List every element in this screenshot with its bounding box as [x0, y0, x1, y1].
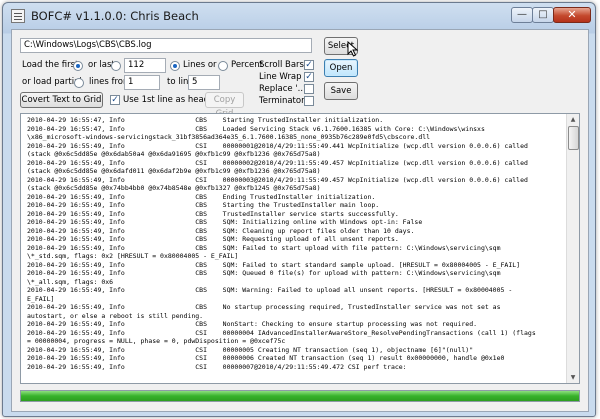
mouse-cursor-icon: [347, 41, 359, 57]
log-line: \x86_microsoft-windows-servicingstack_31…: [27, 133, 431, 141]
log-line: (stack @0x6c5dd85e @0x6dab50a4 @0x6da916…: [27, 150, 321, 158]
title-bar[interactable]: BOFC# v1.1.0.0: Chris Beach — □ ✕: [3, 3, 595, 29]
terminator-label: Terminator: [259, 96, 305, 106]
log-line: 2010-04-29 16:55:49, Info CBS Starting t…: [27, 201, 380, 209]
log-line: 2010-04-29 16:55:49, Info CSI 00000003@2…: [27, 175, 528, 184]
copy-grid-button[interactable]: Copy Grid: [205, 92, 244, 119]
load-first-radio[interactable]: [73, 61, 83, 71]
log-line: 2010-04-29 16:55:49, Info CBS SQM: Reque…: [27, 235, 399, 243]
scroll-down-icon[interactable]: ▼: [568, 372, 578, 383]
log-line: 2010-04-29 16:55:49, Info CBS SQM: Clean…: [27, 226, 415, 235]
save-button[interactable]: Save: [324, 82, 358, 100]
lines-label: Lines or: [183, 60, 217, 70]
log-line: (stack @0x6c5dd85e @0x74bb4bb0 @0x74b854…: [27, 184, 321, 192]
log-line: 2010-04-29 16:55:49, Info CBS SQM: Queue…: [27, 269, 501, 277]
log-line: 2010-04-29 16:55:49, Info CBS NonStart: …: [27, 320, 478, 328]
log-line: 2010-04-29 16:55:49, Info CSI 00000001@2…: [27, 141, 528, 150]
log-line: 2010-04-29 16:55:49, Info CSI 00000006 C…: [27, 354, 505, 362]
log-line: 2010-04-29 16:55:47, Info CBS Starting T…: [27, 116, 384, 124]
log-lines: 2010-04-29 16:55:47, Info CBS Starting T…: [27, 116, 565, 371]
lines-radio[interactable]: [170, 61, 180, 71]
log-line: (stack @0x6c5dd85e @0x6dafd011 @0x6daf2b…: [27, 167, 321, 175]
minimize-icon[interactable]: —: [511, 7, 533, 23]
open-button[interactable]: Open: [324, 59, 358, 77]
log-line: 2010-04-29 16:55:49, Info CSI 00000007@2…: [27, 362, 407, 371]
log-line: 2010-04-29 16:55:49, Info CBS SQM: Faile…: [27, 243, 501, 252]
log-text-area[interactable]: 2010-04-29 16:55:47, Info CBS Starting T…: [20, 113, 580, 384]
use-header-checkbox[interactable]: ✓: [110, 95, 120, 105]
load-last-radio[interactable]: [111, 61, 121, 71]
use-header-label: Use 1st line as header: [123, 95, 218, 105]
vertical-scrollbar[interactable]: ▲ ▼: [566, 114, 579, 383]
maximize-icon[interactable]: □: [532, 7, 554, 23]
line-wrap-checkbox[interactable]: ✓: [304, 72, 314, 82]
replace-label: Replace '..'s: [259, 84, 310, 94]
window-title: BOFC# v1.1.0.0: Chris Beach: [31, 9, 199, 23]
scroll-thumb[interactable]: [568, 126, 579, 150]
log-line: 2010-04-29 16:55:49, Info CSI 00000005 C…: [27, 345, 474, 354]
to-line-input[interactable]: 5: [188, 75, 220, 90]
load-partial-radio[interactable]: [74, 78, 84, 88]
log-line: 2010-04-29 16:55:49, Info CBS SQM: Warni…: [27, 286, 513, 294]
log-line: \*_all.sqm, flags: 0x6: [27, 277, 114, 286]
progress-bar: [20, 390, 580, 402]
app-icon: [11, 9, 25, 23]
load-partial-label: or load partial: [22, 77, 82, 87]
scroll-up-icon[interactable]: ▲: [568, 114, 578, 125]
log-line: = 00000004, progress = NULL, phase = 0, …: [27, 337, 286, 345]
log-line: 2010-04-29 16:55:49, Info CBS SQM: Initi…: [27, 218, 423, 226]
log-line: E_FAIL]: [27, 294, 55, 303]
line-wrap-label: Line Wrap: [259, 72, 302, 82]
progress-fill: [21, 391, 579, 401]
terminator-checkbox[interactable]: [304, 96, 314, 106]
log-line: 2010-04-29 16:55:49, Info CBS TrustedIns…: [27, 209, 399, 218]
from-line-input[interactable]: 1: [124, 75, 160, 90]
line-count-input[interactable]: 112: [124, 58, 166, 73]
log-line: \*_std.sqm, flags: 0x2 [HRESULT = 0x8000…: [27, 252, 239, 260]
log-line: 2010-04-29 16:55:49, Info CBS SQM: Faile…: [27, 260, 521, 269]
close-icon[interactable]: ✕: [553, 7, 591, 23]
log-line: 2010-04-29 16:55:49, Info CSI 00000002@2…: [27, 158, 528, 167]
log-line: autostart, or else a reboot is still pen…: [27, 311, 204, 320]
file-path-input[interactable]: C:\Windows\Logs\CBS\CBS.log: [20, 38, 312, 53]
convert-to-grid-button[interactable]: Covert Text to Grid: [20, 92, 103, 108]
client-area: C:\Windows\Logs\CBS\CBS.log Select Load …: [11, 29, 589, 412]
log-line: 2010-04-29 16:55:49, Info CBS No startup…: [27, 303, 501, 311]
log-line: 2010-04-29 16:55:47, Info CBS Loaded Ser…: [27, 124, 485, 133]
load-first-label: Load the first: [22, 60, 79, 70]
log-line: 2010-04-29 16:55:49, Info CSI 00000004 I…: [27, 328, 536, 337]
percent-radio[interactable]: [218, 61, 228, 71]
replace-checkbox[interactable]: [304, 84, 314, 94]
app-window: BOFC# v1.1.0.0: Chris Beach — □ ✕ C:\Win…: [2, 2, 596, 417]
scroll-bars-label: Scroll Bars: [259, 60, 304, 70]
scroll-bars-checkbox[interactable]: ✓: [304, 60, 314, 70]
log-line: 2010-04-29 16:55:49, Info CBS Ending Tru…: [27, 192, 376, 201]
